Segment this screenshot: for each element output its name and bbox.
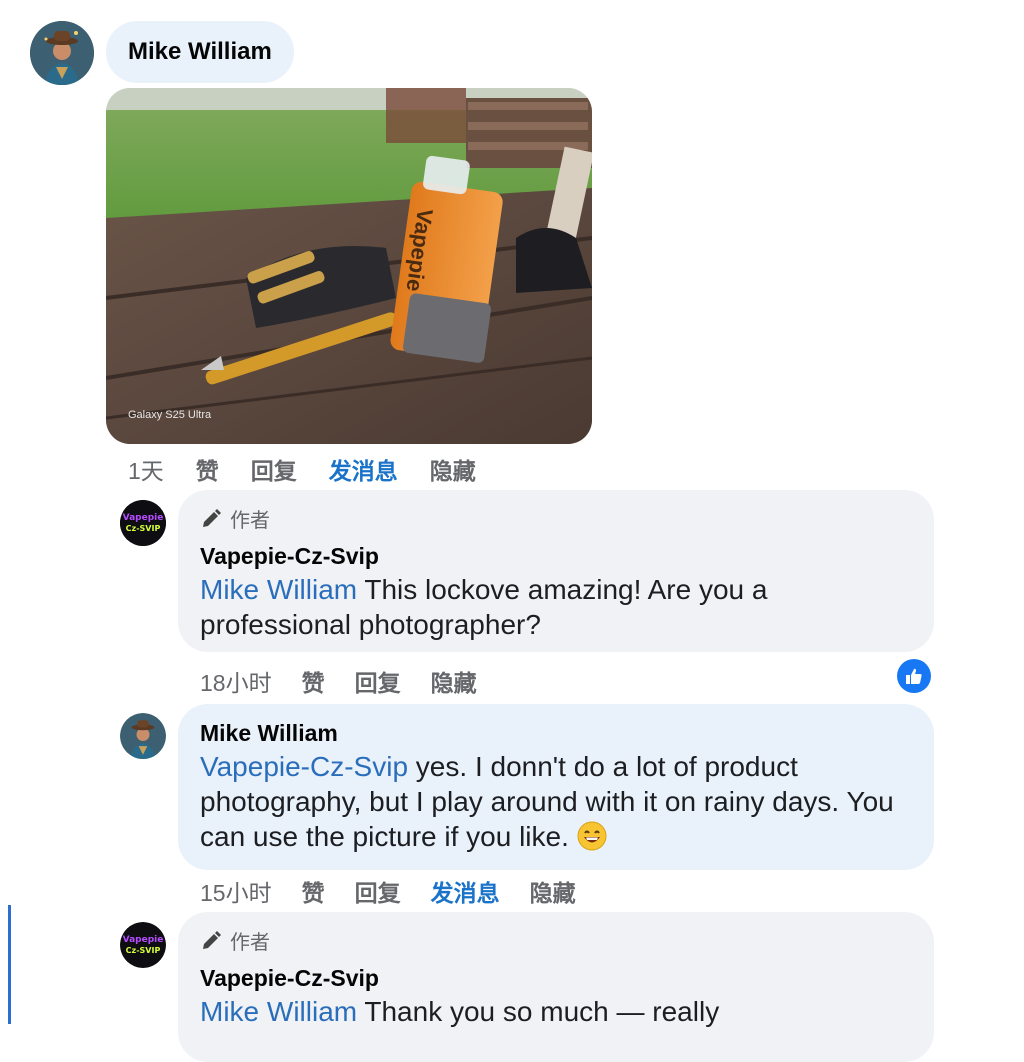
comment-meta-row: 18小时 赞 回复 隐藏 bbox=[200, 664, 477, 698]
post-photo[interactable]: Vapepie Galaxy S25 Ultra bbox=[106, 88, 592, 444]
message-button[interactable]: 发消息 bbox=[431, 874, 500, 908]
comment-text: Vapepie-Cz-Svip yes. I donn't do a lot o… bbox=[200, 751, 894, 852]
comment-author[interactable]: Vapepie-Cz-Svip bbox=[200, 543, 912, 570]
comment-meta-row: 15小时 赞 回复 发消息 隐藏 bbox=[200, 874, 576, 908]
reply-button[interactable]: 回复 bbox=[355, 664, 401, 698]
post-meta-row: 1天 赞 回复 发消息 隐藏 bbox=[128, 452, 476, 486]
like-reaction-icon[interactable] bbox=[897, 659, 931, 693]
comment-author[interactable]: Vapepie-Cz-Svip bbox=[200, 965, 912, 992]
pencil-icon bbox=[203, 508, 221, 527]
like-button[interactable]: 赞 bbox=[196, 452, 219, 486]
like-button[interactable]: 赞 bbox=[302, 874, 325, 908]
reply-button[interactable]: 回复 bbox=[355, 874, 401, 908]
pencil-icon bbox=[203, 930, 221, 949]
mention-link[interactable]: Vapepie-Cz-Svip bbox=[200, 751, 408, 782]
author-badge: 作者 bbox=[200, 504, 912, 533]
mention-link[interactable]: Mike William bbox=[200, 996, 357, 1027]
comment-author[interactable]: Mike William bbox=[200, 720, 912, 747]
comment-bubble: Mike William Vapepie-Cz-Svip yes. I donn… bbox=[178, 704, 934, 870]
grinning-face-icon bbox=[577, 821, 607, 851]
comment-bubble: 作者 Vapepie-Cz-Svip Mike William This loc… bbox=[178, 490, 934, 652]
hide-button[interactable]: 隐藏 bbox=[430, 452, 476, 486]
avatar-vapepie[interactable]: Vapepie Cz-SVIP bbox=[120, 922, 166, 968]
avatar-vapepie[interactable]: Vapepie Cz-SVIP bbox=[120, 500, 166, 546]
svg-text:Cz-SVIP: Cz-SVIP bbox=[126, 946, 161, 955]
comment-time[interactable]: 18小时 bbox=[200, 664, 272, 698]
post-author-name[interactable]: Mike William bbox=[106, 21, 294, 83]
hide-button[interactable]: 隐藏 bbox=[530, 874, 576, 908]
avatar-mike-william[interactable] bbox=[120, 713, 166, 759]
photo-watermark: Galaxy S25 Ultra bbox=[128, 409, 212, 421]
svg-text:Vapepie: Vapepie bbox=[123, 935, 164, 945]
avatar-logo-text: Vapepie bbox=[123, 513, 164, 523]
comment-text: Mike William This lockove amazing! Are y… bbox=[200, 574, 768, 640]
hide-button[interactable]: 隐藏 bbox=[431, 664, 477, 698]
author-badge: 作者 bbox=[200, 926, 912, 955]
thread-line bbox=[8, 905, 11, 1024]
like-button[interactable]: 赞 bbox=[302, 664, 325, 698]
comment-bubble: 作者 Vapepie-Cz-Svip Mike William Thank yo… bbox=[178, 912, 934, 1062]
reply-button[interactable]: 回复 bbox=[251, 452, 297, 486]
avatar-mike-william[interactable] bbox=[30, 21, 94, 85]
comment-time[interactable]: 15小时 bbox=[200, 874, 272, 908]
message-button[interactable]: 发消息 bbox=[329, 452, 398, 486]
svg-text:Cz-SVIP: Cz-SVIP bbox=[126, 524, 161, 533]
post-time[interactable]: 1天 bbox=[128, 452, 164, 486]
mention-link[interactable]: Mike William bbox=[200, 574, 357, 605]
